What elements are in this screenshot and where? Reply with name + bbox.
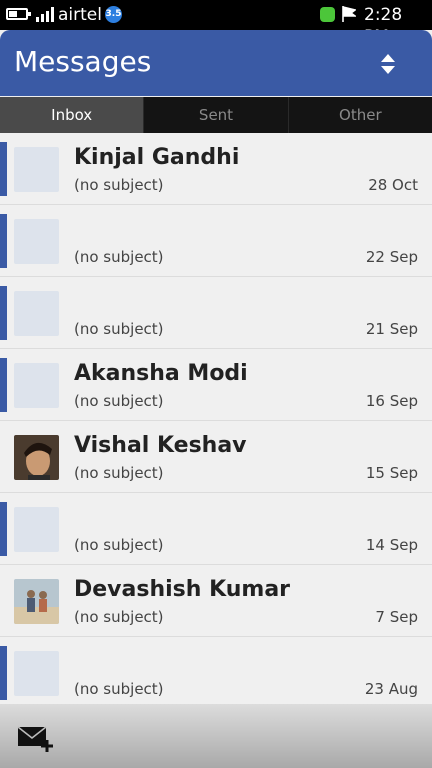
carrier-name: airtel bbox=[58, 5, 102, 25]
tab-inbox[interactable]: Inbox bbox=[0, 97, 145, 133]
messages-screen: airtel 3.5 2:28 PM Messages Inbox Sent O… bbox=[0, 0, 432, 768]
sender-name: Kinjal Gandhi bbox=[74, 145, 240, 170]
message-list: Kinjal Gandhi (no subject) 28 Oct (no subje… bbox=[0, 133, 432, 703]
message-date: 16 Sep bbox=[365, 392, 418, 410]
avatar-placeholder bbox=[14, 219, 59, 264]
battery-icon bbox=[6, 8, 31, 20]
message-row[interactable]: (no subject) 21 Sep bbox=[0, 277, 432, 349]
avatar-placeholder bbox=[14, 147, 59, 192]
folder-tabs: Inbox Sent Other bbox=[0, 97, 432, 133]
message-subject: (no subject) bbox=[74, 248, 164, 266]
message-date: 15 Sep bbox=[365, 464, 418, 482]
message-date: 7 Sep bbox=[375, 608, 418, 626]
avatar-placeholder bbox=[14, 363, 59, 408]
avatar-placeholder bbox=[14, 507, 59, 552]
bottom-toolbar bbox=[0, 704, 432, 768]
unread-indicator bbox=[0, 358, 7, 412]
message-date: 21 Sep bbox=[365, 320, 418, 338]
contact-photo bbox=[14, 435, 59, 480]
unread-indicator bbox=[0, 502, 7, 556]
notification-flag-icon bbox=[342, 6, 356, 22]
status-bar: airtel 3.5 2:28 PM bbox=[0, 0, 432, 47]
message-date: 22 Sep bbox=[365, 248, 418, 266]
unread-indicator bbox=[0, 214, 7, 268]
message-subject: (no subject) bbox=[74, 608, 164, 626]
chat-status-icon bbox=[320, 7, 335, 22]
message-subject: (no subject) bbox=[74, 320, 164, 338]
contact-photo bbox=[14, 579, 59, 624]
unread-indicator bbox=[0, 142, 7, 196]
new-message-icon[interactable] bbox=[16, 724, 56, 754]
message-row[interactable]: (no subject) 14 Sep bbox=[0, 493, 432, 565]
tab-sent[interactable]: Sent bbox=[144, 97, 289, 133]
unread-indicator bbox=[0, 646, 7, 700]
tab-other[interactable]: Other bbox=[289, 97, 432, 133]
message-row[interactable]: Vishal Keshav (no subject) 15 Sep bbox=[0, 421, 432, 493]
page-title: Messages bbox=[14, 45, 152, 78]
message-date: 23 Aug bbox=[364, 680, 418, 698]
message-subject: (no subject) bbox=[74, 680, 164, 698]
message-subject: (no subject) bbox=[74, 176, 164, 194]
message-subject: (no subject) bbox=[74, 464, 164, 482]
network-badge: 3.5 bbox=[105, 6, 122, 23]
message-date: 28 Oct bbox=[368, 176, 418, 194]
sender-name: Akansha Modi bbox=[74, 361, 248, 386]
message-row[interactable]: (no subject) 23 Aug bbox=[0, 637, 432, 703]
signal-icon bbox=[36, 7, 54, 22]
message-row[interactable]: Kinjal Gandhi (no subject) 28 Oct bbox=[0, 133, 432, 205]
sort-up-down-icon[interactable] bbox=[378, 52, 398, 76]
message-row[interactable]: Akansha Modi (no subject) 16 Sep bbox=[0, 349, 432, 421]
avatar-placeholder bbox=[14, 291, 59, 336]
unread-indicator bbox=[0, 286, 7, 340]
message-row[interactable]: (no subject) 22 Sep bbox=[0, 205, 432, 277]
avatar-placeholder bbox=[14, 651, 59, 696]
message-date: 14 Sep bbox=[365, 536, 418, 554]
message-row[interactable]: Devashish Kumar (no subject) 7 Sep bbox=[0, 565, 432, 637]
message-subject: (no subject) bbox=[74, 392, 164, 410]
message-subject: (no subject) bbox=[74, 536, 164, 554]
app-header: Messages bbox=[0, 30, 432, 96]
sender-name: Devashish Kumar bbox=[74, 577, 291, 602]
sender-name: Vishal Keshav bbox=[74, 433, 247, 458]
